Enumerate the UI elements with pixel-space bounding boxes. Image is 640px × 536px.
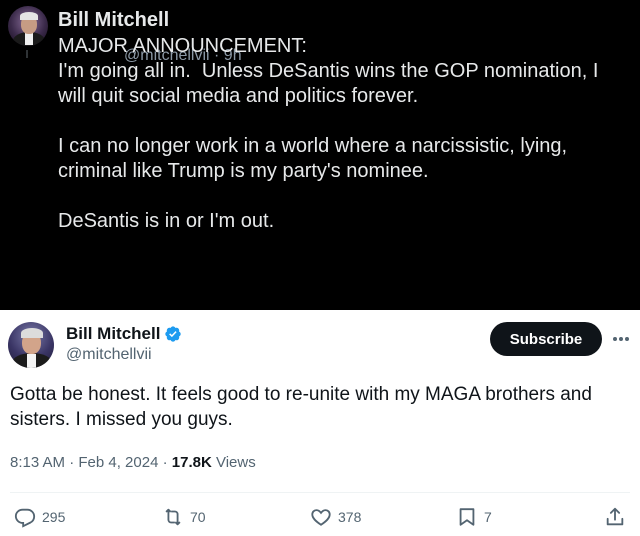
thread-line	[26, 50, 28, 58]
repost-button[interactable]: 70	[162, 506, 206, 528]
like-count: 378	[338, 509, 362, 525]
quoted-avatar	[8, 6, 48, 46]
quoted-post-text: MAJOR ANNOUNCEMENT: I'm going all in. Un…	[58, 35, 599, 232]
verified-icon	[165, 326, 182, 342]
quoted-display-name: Bill Mitchell	[58, 9, 170, 31]
reply-count: 295	[42, 509, 66, 525]
bookmark-button[interactable]: 7	[456, 506, 492, 528]
display-name[interactable]: Bill Mitchell	[66, 324, 160, 344]
subscribe-button[interactable]: Subscribe	[490, 322, 602, 356]
bookmark-count: 7	[484, 509, 492, 525]
reply-button[interactable]: 295	[14, 506, 65, 528]
quoted-post-image: Bill Mitchell @mitchellvii · 9h MAJOR AN…	[0, 0, 640, 310]
like-icon	[311, 509, 331, 526]
share-button[interactable]	[604, 506, 626, 528]
repost-count: 70	[190, 509, 206, 525]
repost-icon	[165, 508, 181, 526]
author-name-row[interactable]: Bill Mitchell	[66, 324, 182, 344]
handle[interactable]: @mitchellvii	[66, 346, 152, 364]
avatar[interactable]	[8, 322, 54, 368]
timestamp[interactable]: 8:13 AM · Feb 4, 2024 ·	[10, 454, 172, 471]
reply-icon	[14, 508, 36, 528]
post-text: Gotta be honest. It feels good to re-uni…	[10, 384, 592, 430]
bookmark-icon	[459, 508, 475, 526]
like-button[interactable]: 378	[310, 506, 361, 528]
action-bar: 295 70 378 7	[0, 496, 640, 536]
views-count: 17.8K	[171, 454, 212, 471]
post-meta: 8:13 AM · Feb 4, 2024 · 17.8K Views	[10, 454, 256, 471]
quoted-post-header: Bill Mitchell @mitchellvii · 9h	[58, 8, 242, 64]
divider	[10, 492, 630, 493]
views-label: Views	[211, 454, 256, 471]
post-card: Bill Mitchell @mitchellvii Subscribe Got…	[0, 310, 640, 536]
share-icon	[606, 507, 624, 526]
more-icon[interactable]	[610, 330, 632, 348]
